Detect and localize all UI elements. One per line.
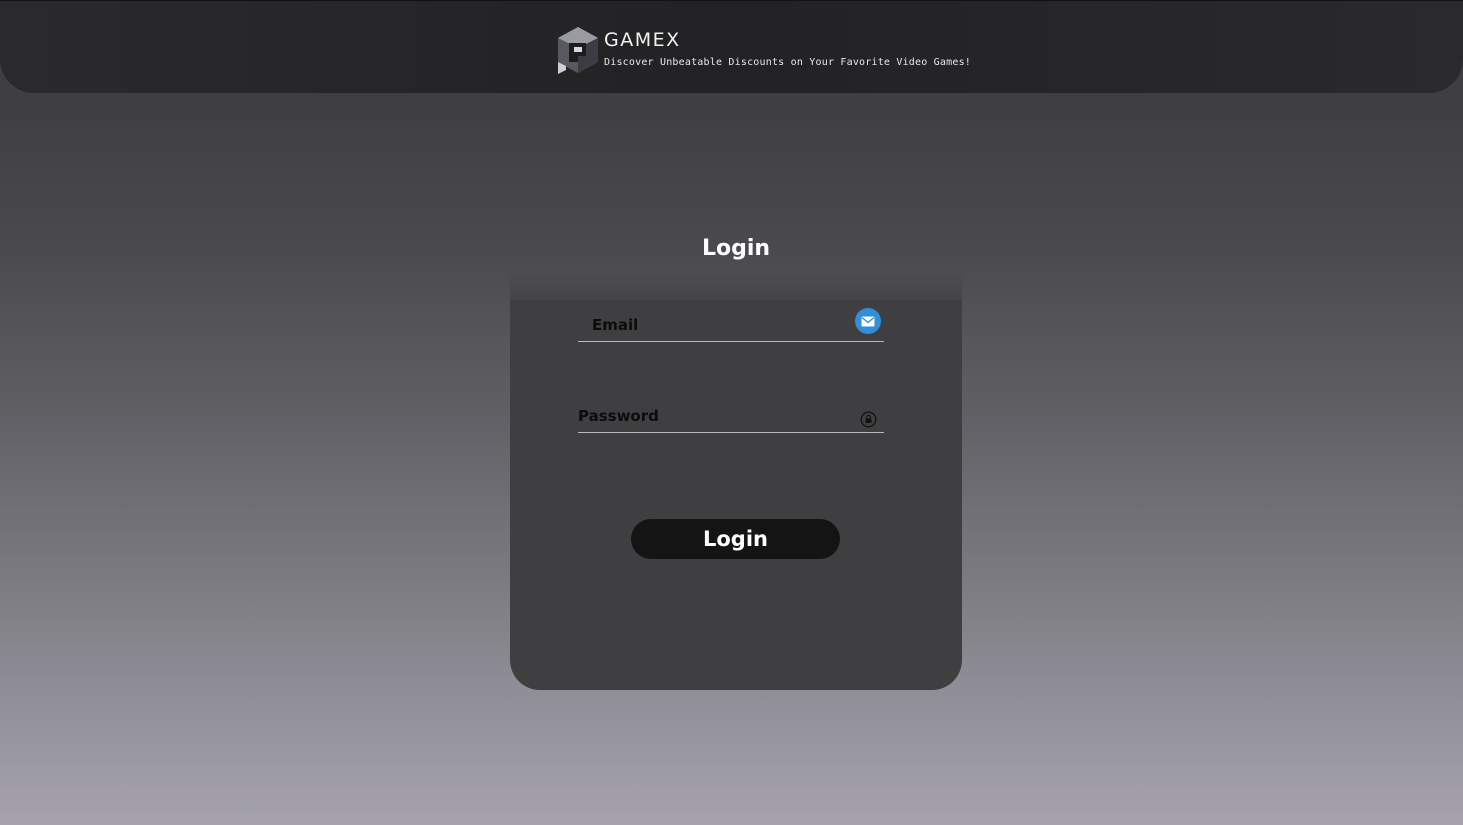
email-field-container [578,308,884,342]
brand-name: GAMEX [604,29,681,51]
envelope-icon [855,308,881,334]
login-card [510,300,962,690]
brand-tagline: Discover Unbeatable Discounts on Your Fa… [604,57,972,68]
login-heading: Login [701,236,771,261]
envelope-glyph-icon [861,316,875,326]
email-input[interactable] [592,311,852,339]
lock-icon [860,411,877,428]
login-button[interactable]: Login [631,519,840,559]
gamex-logo-icon[interactable] [556,26,600,76]
password-field-container [578,402,884,433]
password-input[interactable] [578,402,838,430]
site-header: GAMEX Discover Unbeatable Discounts on Y… [0,0,1463,93]
